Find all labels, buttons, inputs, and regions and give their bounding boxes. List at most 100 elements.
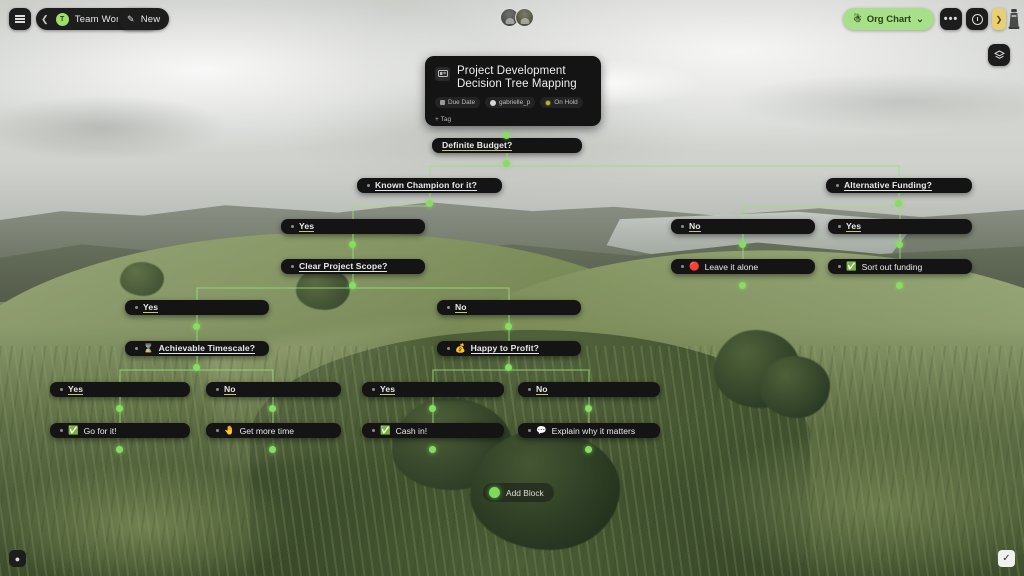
- node-profit[interactable]: 💰 Happy to Profit?: [437, 341, 581, 356]
- connector-handle[interactable]: [349, 241, 356, 248]
- node-timescale[interactable]: ⌛ Achievable Timescale?: [125, 341, 269, 356]
- connector-handle[interactable]: [503, 160, 510, 167]
- connector-handle[interactable]: [505, 364, 512, 371]
- connector-handle[interactable]: [429, 446, 436, 453]
- node-bullet-icon: [838, 265, 841, 268]
- node-bullet-icon: [216, 429, 219, 432]
- node-bullet-icon: [367, 184, 370, 187]
- node-bullet-icon: [372, 429, 375, 432]
- node-no1[interactable]: No: [671, 219, 815, 234]
- page-title-line1: Project Development: [457, 65, 566, 77]
- share-button[interactable]: ❯: [992, 8, 1006, 30]
- connector-handle[interactable]: [896, 282, 903, 289]
- connector-handle[interactable]: [896, 241, 903, 248]
- node-bullet-icon: [528, 429, 531, 432]
- node-label: No: [455, 301, 467, 314]
- node-bullet-icon: [836, 184, 839, 187]
- connector-handle[interactable]: [505, 323, 512, 330]
- connector-handle[interactable]: [739, 241, 746, 248]
- node-no2[interactable]: No: [437, 300, 581, 315]
- node-label: Yes: [380, 383, 396, 396]
- node-budget[interactable]: Definite Budget?: [432, 138, 582, 153]
- connector-handle[interactable]: [503, 132, 510, 139]
- node-emoji-icon: ⌛: [143, 343, 154, 354]
- node-bullet-icon: [135, 306, 138, 309]
- node-cashin[interactable]: ✅ Cash in!: [362, 423, 504, 438]
- node-emoji-icon: 🔴: [689, 261, 700, 272]
- connector-handle[interactable]: [269, 446, 276, 453]
- status-label: On Hold: [554, 99, 578, 106]
- node-bullet-icon: [60, 388, 63, 391]
- node-bullet-icon: [681, 265, 684, 268]
- node-label: Yes: [143, 301, 159, 314]
- layers-button[interactable]: [988, 44, 1010, 66]
- node-leave[interactable]: 🔴 Leave it alone: [671, 259, 815, 274]
- node-no3[interactable]: No: [206, 382, 341, 397]
- node-label: No: [689, 220, 701, 233]
- connector-handle[interactable]: [193, 364, 200, 371]
- status-badge[interactable]: On Hold: [540, 97, 583, 108]
- layers-icon: [993, 49, 1005, 59]
- node-bullet-icon: [528, 388, 531, 391]
- compose-icon: ✎: [127, 13, 135, 24]
- node-bullet-icon: [681, 225, 684, 228]
- chevron-left-icon: ❮: [41, 13, 49, 24]
- add-tag-button[interactable]: + Tag: [435, 116, 451, 123]
- connector-handle[interactable]: [269, 405, 276, 412]
- node-label: Achievable Timescale?: [158, 342, 256, 355]
- new-button[interactable]: ✎ New: [118, 8, 170, 30]
- more-options-button[interactable]: •••: [940, 8, 962, 30]
- title-card[interactable]: Project Development Decision Tree Mappin…: [425, 56, 601, 126]
- node-sortout[interactable]: ✅ Sort out funding: [828, 259, 972, 274]
- node-bullet-icon: [838, 225, 841, 228]
- org-chart-label: Org Chart: [866, 13, 912, 25]
- connector-handle[interactable]: [739, 282, 746, 289]
- node-yes3[interactable]: Yes: [125, 300, 269, 315]
- history-button[interactable]: [966, 8, 988, 30]
- node-gofor[interactable]: ✅ Go for it!: [50, 423, 190, 438]
- node-label: Yes: [299, 220, 315, 233]
- connector-handle[interactable]: [426, 200, 433, 207]
- avatar[interactable]: [515, 8, 534, 27]
- node-label: Yes: [846, 220, 862, 233]
- node-yes5[interactable]: Yes: [362, 382, 504, 397]
- history-clock-icon: [971, 13, 983, 25]
- workspace-avatar: T: [55, 12, 69, 26]
- node-moretime[interactable]: 🤚 Get more time: [206, 423, 341, 438]
- connector-handle[interactable]: [585, 405, 592, 412]
- node-emoji-icon: ✅: [68, 425, 79, 436]
- calendar-icon: [440, 100, 445, 105]
- board-icon: [435, 67, 450, 81]
- node-no4[interactable]: No: [518, 382, 660, 397]
- connector-handle[interactable]: [193, 323, 200, 330]
- collaborator-avatars[interactable]: [500, 8, 534, 27]
- connector-handle[interactable]: [116, 405, 123, 412]
- node-yes2[interactable]: Yes: [828, 219, 972, 234]
- connector-handle[interactable]: [349, 282, 356, 289]
- bottom-left-button[interactable]: ●: [9, 550, 26, 567]
- org-chart-button[interactable]: ☃ Org Chart ⌄: [843, 8, 934, 30]
- assignee-chip[interactable]: gabrielle_p: [485, 97, 536, 108]
- node-altfunding[interactable]: Alternative Funding?: [826, 178, 972, 193]
- node-champion[interactable]: Known Champion for it?: [357, 178, 502, 193]
- connector-handle[interactable]: [429, 405, 436, 412]
- add-block-button[interactable]: Add Block: [483, 483, 554, 502]
- node-yes1[interactable]: Yes: [281, 219, 425, 234]
- lighthouse-icon: [1007, 7, 1021, 31]
- hamburger-menu-button[interactable]: [9, 8, 31, 30]
- page-title-line2: Decision Tree Mapping: [457, 78, 577, 90]
- connector-handle[interactable]: [895, 200, 902, 207]
- bottom-right-button[interactable]: ✓: [998, 550, 1015, 567]
- connector-handle[interactable]: [116, 446, 123, 453]
- node-emoji-icon: ✅: [380, 425, 391, 436]
- node-emoji-icon: 🤚: [224, 425, 235, 436]
- due-date-chip[interactable]: Due Date: [435, 97, 480, 108]
- connector-handle[interactable]: [585, 446, 592, 453]
- node-bullet-icon: [60, 429, 63, 432]
- node-yes4[interactable]: Yes: [50, 382, 190, 397]
- node-scope[interactable]: Clear Project Scope?: [281, 259, 425, 274]
- share-chevron-icon: ❯: [995, 14, 1003, 24]
- node-bullet-icon: [447, 306, 450, 309]
- node-bullet-icon: [447, 347, 450, 350]
- node-explain[interactable]: 💬 Explain why it matters: [518, 423, 660, 438]
